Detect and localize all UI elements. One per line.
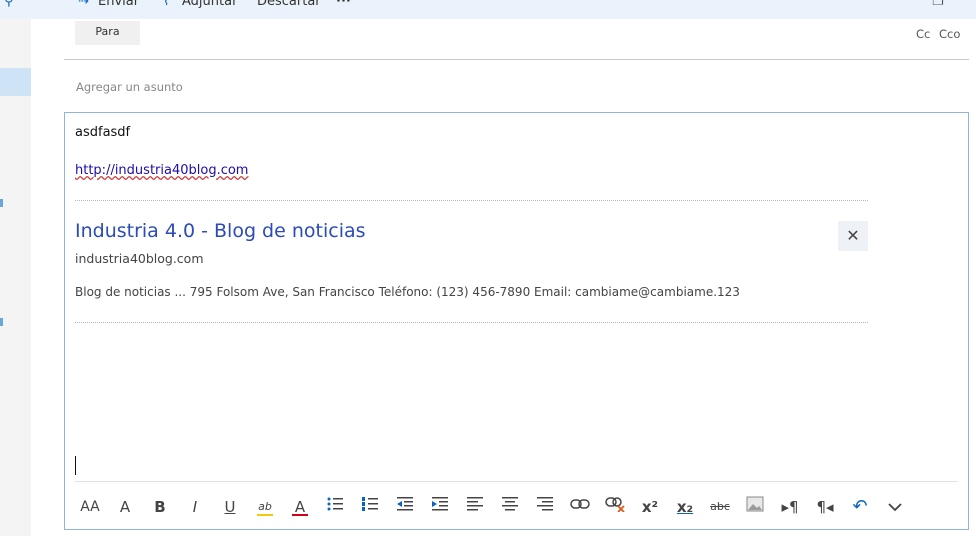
align-right-button[interactable] — [533, 495, 557, 519]
ltr-button[interactable]: ▸¶ — [778, 495, 802, 519]
font-size-button[interactable]: AA — [78, 495, 102, 519]
ltr-icon: ▸¶ — [781, 498, 799, 516]
rtl-button[interactable]: ¶◂ — [813, 495, 837, 519]
link-preview-title[interactable]: Industria 4.0 - Blog de noticias — [75, 220, 366, 242]
more-options-button[interactable]: ··· — [336, 0, 351, 9]
cc-button[interactable]: Cc — [916, 27, 930, 41]
increase-indent-button[interactable] — [428, 495, 452, 519]
align-center-button[interactable] — [498, 495, 522, 519]
send-button[interactable]: Enviar — [98, 0, 139, 9]
link-preview-domain: industria40blog.com — [75, 251, 204, 266]
close-icon: ✕ — [846, 226, 860, 245]
bullets-button[interactable] — [323, 495, 347, 519]
nav-selected-item[interactable] — [0, 68, 31, 96]
insert-link-button[interactable] — [568, 495, 592, 519]
more-formatting-button[interactable] — [883, 495, 907, 519]
divider — [64, 59, 969, 60]
message-body-text: asdfasdf — [75, 125, 131, 140]
link-icon — [570, 499, 590, 509]
format-toolbar-divider — [75, 481, 958, 482]
subject-input[interactable]: Agregar un asunto — [76, 80, 183, 94]
align-left-icon — [467, 497, 483, 511]
preview-bottom-divider — [75, 322, 868, 323]
command-bar: ⚲ ⇢ Enviar ⌇ Adjuntar Descartar ··· ❐ — [0, 0, 976, 19]
nav-indicator — [0, 199, 3, 207]
chevron-down-icon — [888, 503, 902, 512]
numbering-button[interactable] — [358, 495, 382, 519]
bullets-icon — [327, 497, 343, 511]
rtl-icon: ¶◂ — [816, 498, 834, 516]
align-left-button[interactable] — [463, 495, 487, 519]
nav-indicator — [0, 318, 3, 326]
highlight-icon: ab — [258, 500, 272, 513]
image-icon — [746, 496, 764, 512]
underline-button[interactable]: U — [218, 495, 242, 519]
italic-button[interactable]: I — [183, 495, 207, 519]
grow-font-button[interactable]: A — [113, 495, 137, 519]
link-preview-description: Blog de noticias ... 795 Folsom Ave, San… — [75, 285, 740, 299]
align-right-icon — [537, 497, 553, 511]
search-icon[interactable]: ⚲ — [4, 0, 14, 9]
decrease-indent-icon — [397, 497, 413, 511]
bcc-button[interactable]: Cco — [939, 27, 960, 41]
superscript-button[interactable]: x² — [638, 495, 662, 519]
insert-image-button[interactable] — [743, 495, 767, 519]
to-button[interactable]: Para — [75, 21, 140, 45]
undo-button[interactable]: ↶ — [848, 495, 872, 519]
send-icon: ⇢ — [78, 0, 89, 9]
font-size-icon: AA — [80, 499, 100, 515]
highlight-color-bar — [257, 514, 273, 516]
left-navigation — [0, 19, 31, 536]
superscript-icon: x² — [641, 498, 659, 516]
numbering-icon — [362, 497, 378, 511]
font-color-button[interactable]: A — [288, 495, 312, 519]
grow-font-icon: A — [119, 498, 131, 516]
font-color-bar — [292, 514, 308, 516]
popout-icon[interactable]: ❐ — [932, 0, 944, 9]
remove-link-button[interactable] — [603, 495, 627, 519]
remove-preview-button[interactable]: ✕ — [838, 221, 868, 251]
subscript-button[interactable]: x₂ — [673, 495, 697, 519]
underline-icon: U — [224, 498, 236, 516]
bold-button[interactable]: B — [148, 495, 172, 519]
strikethrough-icon: abc — [710, 500, 730, 513]
italic-icon: I — [192, 498, 198, 516]
discard-button[interactable]: Descartar — [257, 0, 321, 9]
bold-icon: B — [154, 498, 166, 516]
attach-button[interactable]: Adjuntar — [182, 0, 237, 9]
subscript-icon: x₂ — [676, 498, 694, 516]
decrease-indent-button[interactable] — [393, 495, 417, 519]
text-cursor — [75, 456, 76, 475]
align-center-icon — [502, 497, 518, 511]
strikethrough-button[interactable]: abc — [708, 495, 732, 519]
paperclip-icon: ⌇ — [163, 0, 170, 9]
message-link[interactable]: http://industria40blog.com — [75, 163, 248, 178]
undo-icon: ↶ — [852, 496, 868, 517]
highlight-button[interactable]: ab — [253, 495, 277, 519]
increase-indent-icon — [432, 497, 448, 511]
unlink-icon — [605, 497, 625, 513]
preview-top-divider — [75, 200, 868, 201]
